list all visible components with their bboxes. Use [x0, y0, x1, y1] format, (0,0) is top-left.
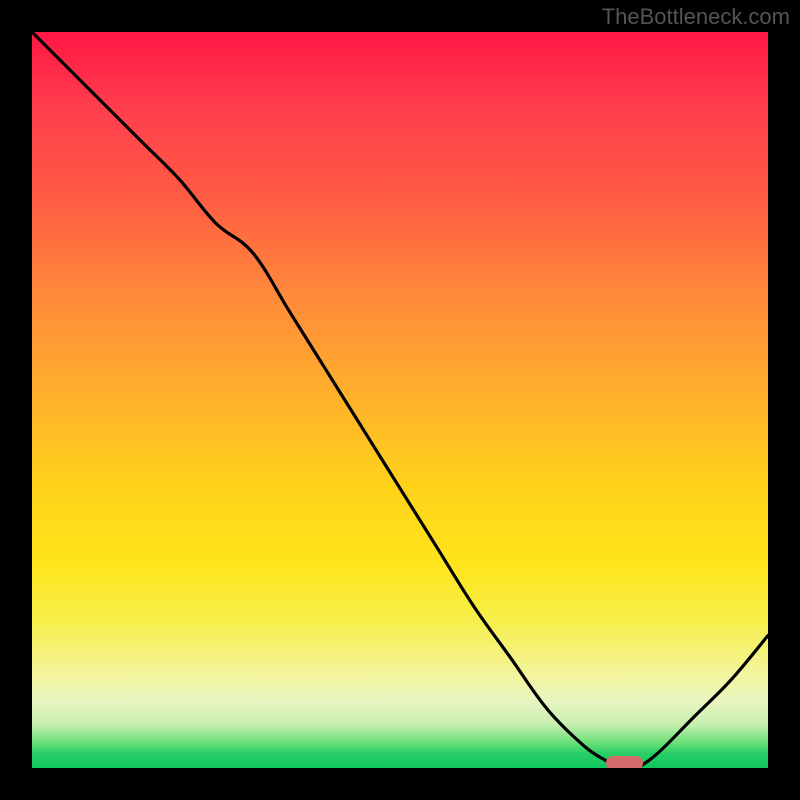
watermark-text: TheBottleneck.com — [602, 4, 790, 30]
line-curve — [32, 32, 768, 768]
chart-plot-area — [32, 32, 768, 768]
minimum-marker — [606, 756, 643, 768]
